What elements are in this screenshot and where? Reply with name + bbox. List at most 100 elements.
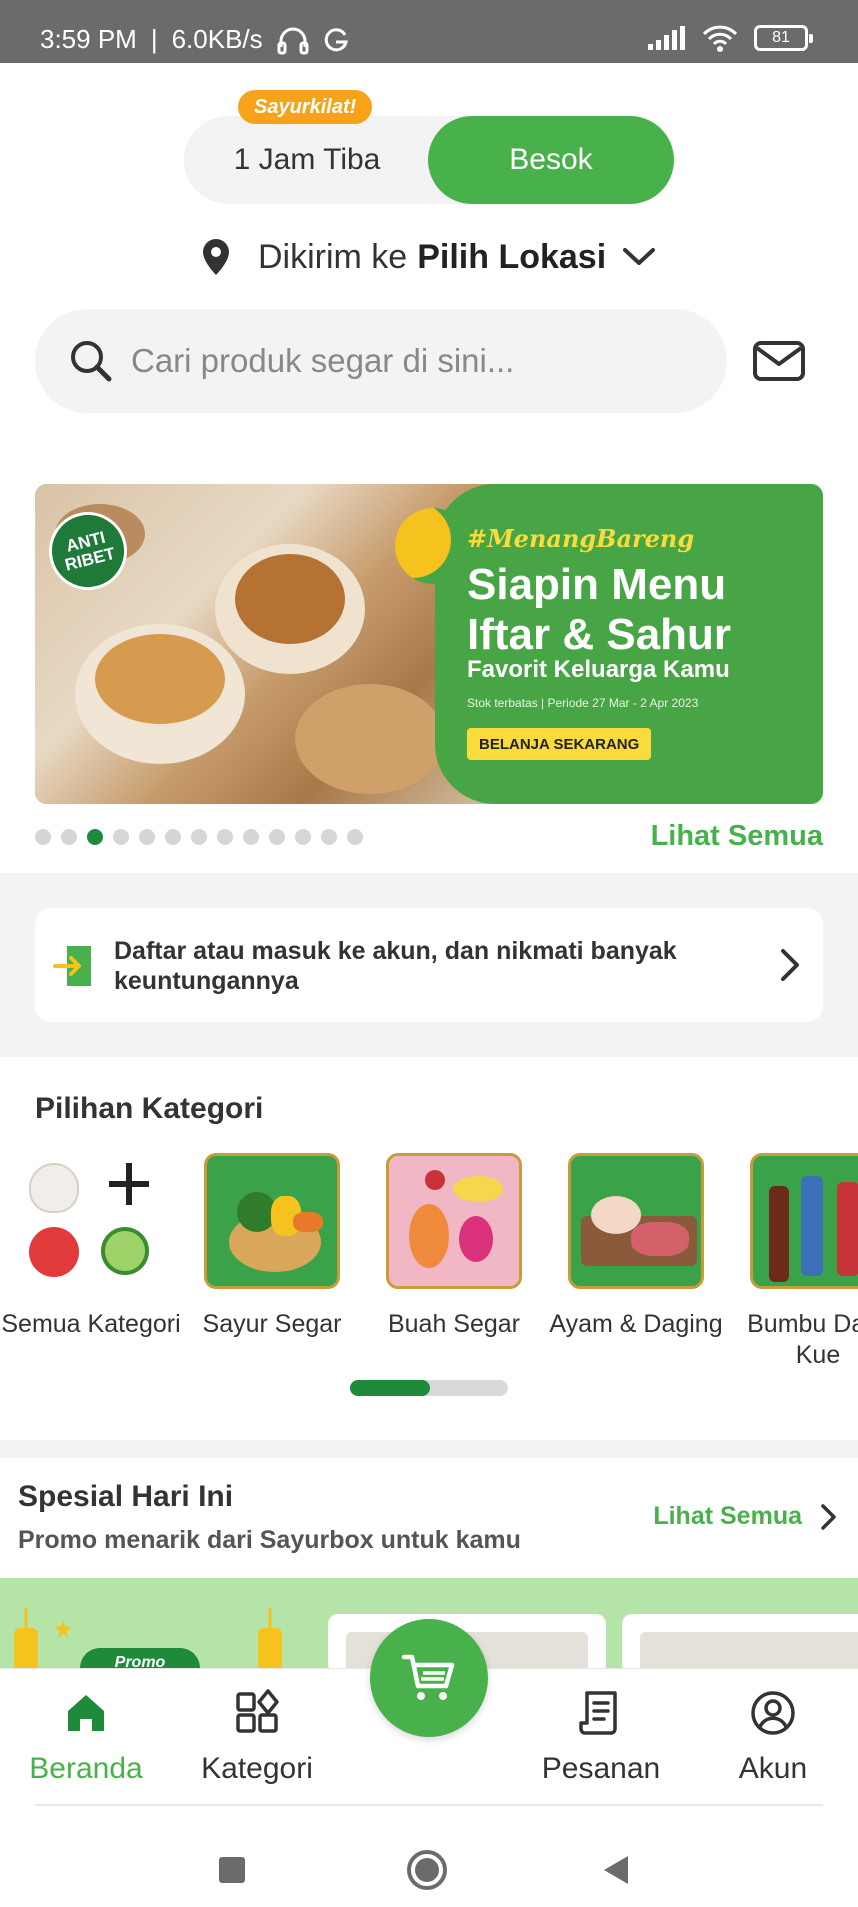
categories-title: Pilihan Kategori — [35, 1092, 264, 1125]
location-selector[interactable]: Dikirim ke Pilih Lokasi — [200, 232, 656, 282]
inbox-mail-icon[interactable] — [752, 336, 806, 386]
promo-banner[interactable]: ANTI RIBET #MenangBareng Siapin Menu Ift… — [35, 484, 823, 804]
delivery-toggle: 1 Jam Tiba Besok — [184, 116, 674, 204]
search-bar — [35, 309, 727, 413]
all-categories-icon — [23, 1153, 159, 1289]
location-prefix: Dikirim ke — [258, 237, 408, 276]
fruits-image — [386, 1153, 522, 1289]
delivery-option-tomorrow[interactable]: Besok — [428, 116, 674, 204]
home-circle-icon[interactable] — [406, 1849, 448, 1891]
cart-icon — [401, 1654, 455, 1700]
special-subtitle: Promo menarik dari Sayurbox untuk kamu — [18, 1526, 521, 1554]
battery-icon: 81 — [754, 25, 813, 51]
sayurkilat-badge: Sayurkilat! — [238, 90, 373, 124]
banner-see-all-link[interactable]: Lihat Semua — [651, 820, 823, 853]
banner-note: Stok terbatas | Periode 27 Mar - 2 Apr 2… — [467, 696, 699, 710]
banner-pagination — [35, 829, 363, 845]
pagination-dot[interactable] — [269, 829, 285, 845]
login-prompt-card[interactable]: Daftar atau masuk ke akun, dan nikmati b… — [35, 908, 823, 1022]
location-value: Pilih Lokasi — [417, 237, 607, 276]
category-bumbu-kue[interactable]: Bumbu Da & Kue — [728, 1153, 858, 1371]
category-label: Sayur Segar — [202, 1310, 342, 1338]
battery-level: 81 — [772, 29, 790, 46]
nav-divider — [35, 1804, 823, 1806]
status-bar-right: 81 — [648, 24, 813, 52]
banner-hashtag: #MenangBareng — [467, 524, 695, 553]
system-navigation-bar — [0, 1808, 858, 1907]
pagination-dot[interactable] — [87, 829, 103, 845]
nav-pesanan[interactable]: Pesanan — [521, 1689, 681, 1786]
pagination-dot[interactable] — [347, 829, 363, 845]
category-label: Semua Kategori — [1, 1310, 181, 1338]
special-title: Spesial Hari Ini — [18, 1480, 234, 1513]
section-divider — [0, 1440, 858, 1458]
category-carousel: Semua Kategori Sayur Segar Buah Segar Ay… — [0, 1153, 858, 1373]
headphones-icon — [277, 27, 309, 54]
status-net-speed: 6.0KB/s — [171, 24, 263, 54]
lantern-icon — [258, 1608, 282, 1668]
special-see-all-label: Lihat Semua — [653, 1502, 802, 1530]
pagination-dot[interactable] — [321, 829, 337, 845]
wifi-icon — [702, 25, 738, 52]
banner-cta-button[interactable]: BELANJA SEKARANG — [467, 728, 652, 760]
signal-icon — [648, 26, 685, 50]
status-bar: 3:59 PM | 6.0KB/s 81 — [0, 0, 858, 63]
category-all[interactable]: Semua Kategori — [1, 1153, 181, 1340]
banner-headline: Siapin Menu Iftar & Sahur — [467, 560, 732, 659]
back-triangle-icon[interactable] — [602, 1854, 630, 1886]
nav-label: Akun — [738, 1752, 808, 1785]
pagination-dot[interactable] — [113, 829, 129, 845]
category-grid-icon — [236, 1689, 279, 1733]
promo-tag: Promo — [80, 1648, 200, 1668]
pagination-dot[interactable] — [191, 829, 207, 845]
nav-label: Beranda — [29, 1752, 143, 1785]
category-ayam-daging[interactable]: Ayam & Daging — [546, 1153, 726, 1340]
login-prompt-text: Daftar atau masuk ke akun, dan nikmati b… — [114, 937, 677, 995]
category-buah-segar[interactable]: Buah Segar — [364, 1153, 544, 1340]
account-icon — [751, 1691, 795, 1735]
nav-kategori[interactable]: Kategori — [177, 1689, 337, 1786]
pagination-dot[interactable] — [61, 829, 77, 845]
pagination-dot[interactable] — [243, 829, 259, 845]
location-pin-icon — [203, 239, 229, 275]
pagination-dot[interactable] — [139, 829, 155, 845]
status-bar-left: 3:59 PM | 6.0KB/s — [40, 24, 349, 55]
status-separator: | — [150, 24, 158, 54]
vegetables-image — [204, 1153, 340, 1289]
nav-beranda[interactable]: Beranda — [6, 1689, 166, 1786]
login-enter-icon — [53, 946, 91, 986]
category-sayur-segar[interactable]: Sayur Segar — [182, 1153, 362, 1340]
chevron-right-icon — [781, 949, 799, 981]
banner-subheadline: Favorit Keluarga Kamu — [467, 656, 730, 683]
nav-label: Kategori — [201, 1752, 313, 1785]
search-icon — [71, 341, 112, 382]
pagination-dot[interactable] — [217, 829, 233, 845]
chevron-right-icon — [821, 1503, 836, 1530]
crescent-moon-icon — [395, 508, 471, 584]
pagination-dot[interactable] — [165, 829, 181, 845]
nav-label: Pesanan — [541, 1752, 661, 1785]
receipt-icon — [579, 1691, 617, 1735]
category-label: Bumbu Da & Kue — [747, 1310, 858, 1369]
category-label: Buah Segar — [387, 1310, 521, 1338]
lantern-icon — [14, 1608, 38, 1668]
special-see-all-link[interactable]: Lihat Semua — [653, 1502, 838, 1531]
category-scroll-thumb — [350, 1380, 430, 1396]
promo-product-card[interactable] — [622, 1614, 858, 1668]
search-input[interactable] — [131, 342, 691, 380]
pagination-dot[interactable] — [295, 829, 311, 845]
spices-image — [750, 1153, 858, 1289]
meat-image — [568, 1153, 704, 1289]
recents-square-icon[interactable] — [218, 1856, 246, 1884]
status-time: 3:59 PM — [40, 24, 137, 54]
category-label: Ayam & Daging — [549, 1310, 723, 1338]
cart-button[interactable] — [370, 1619, 488, 1737]
star-icon — [54, 1620, 72, 1638]
nav-akun[interactable]: Akun — [693, 1689, 853, 1786]
chevron-down-icon — [623, 248, 656, 265]
pagination-dot[interactable] — [35, 829, 51, 845]
google-g-icon — [324, 27, 348, 51]
delivery-option-fast[interactable]: 1 Jam Tiba — [184, 116, 430, 204]
home-icon — [68, 1695, 104, 1731]
product-image — [640, 1632, 858, 1668]
